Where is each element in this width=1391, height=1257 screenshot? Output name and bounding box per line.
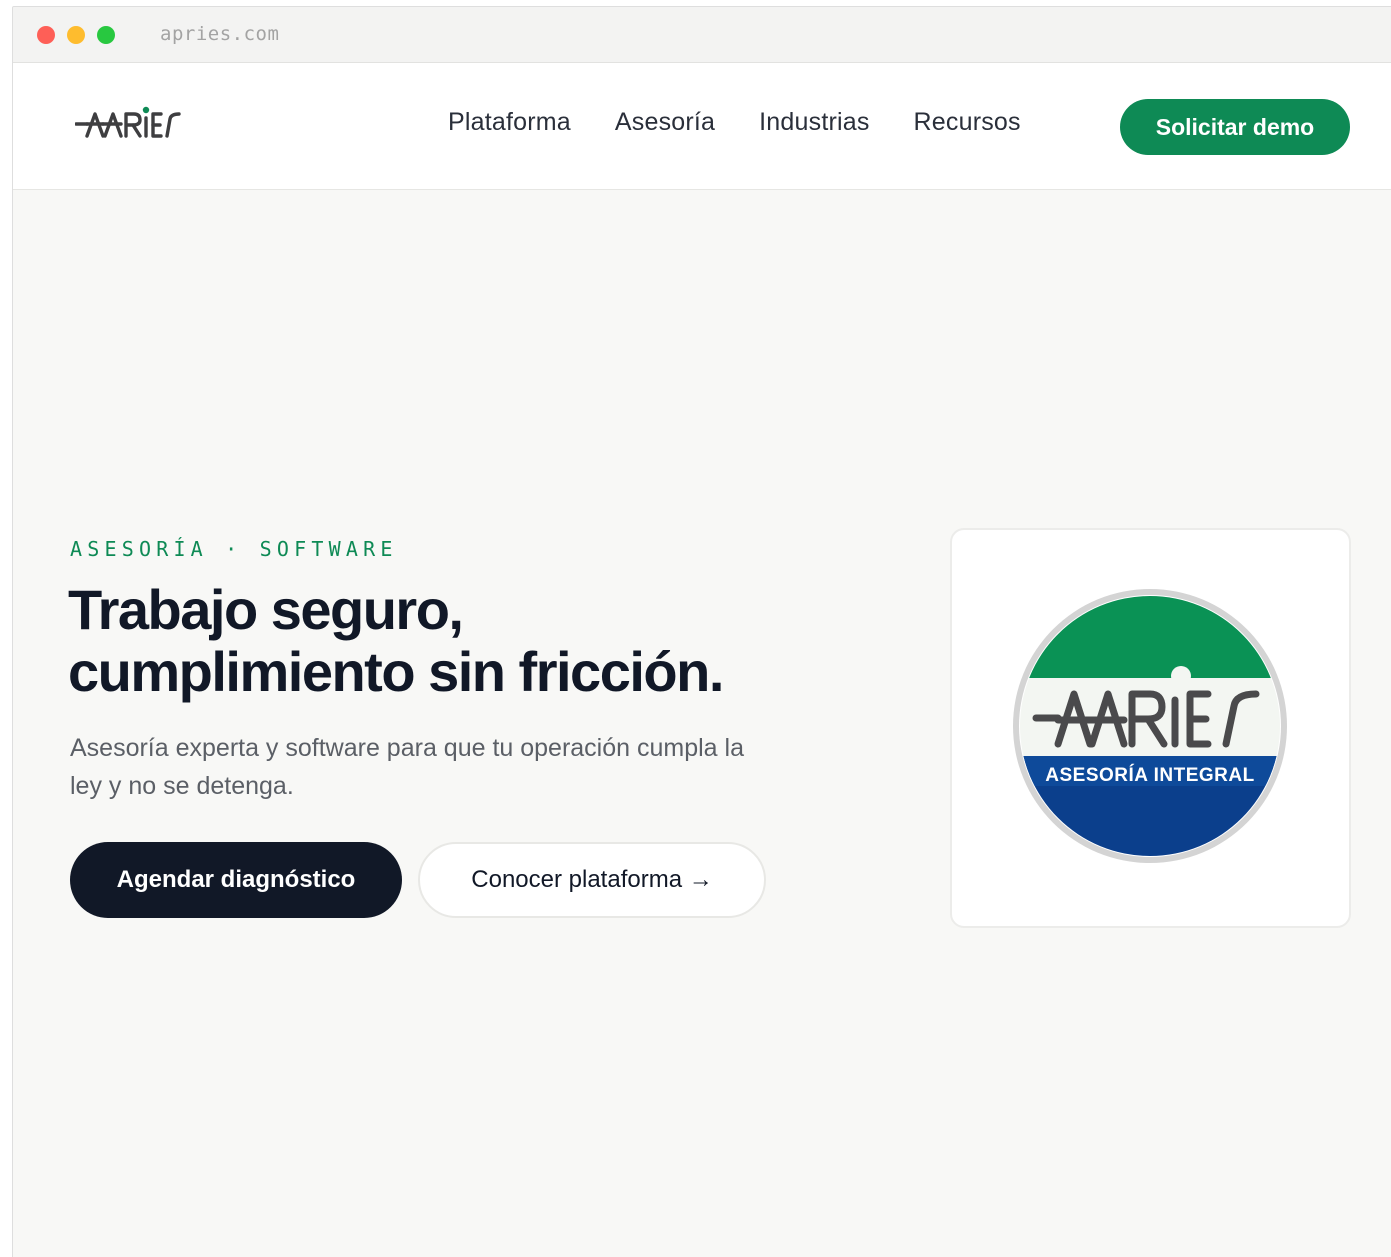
nav-link-industrias[interactable]: Industrias xyxy=(759,108,869,137)
hero-eyebrow: ASESORÍA · SOFTWARE xyxy=(70,537,398,561)
apries-badge-logo: ASESORÍA INTEGRAL xyxy=(1013,589,1287,863)
browser-window: apries.com Plataforma Asesoría Industria… xyxy=(12,6,1391,1257)
request-demo-button[interactable]: Solicitar demo xyxy=(1120,99,1350,155)
nav-link-asesoria[interactable]: Asesoría xyxy=(615,108,715,137)
browser-titlebar: apries.com xyxy=(13,7,1391,63)
minimize-window-button[interactable] xyxy=(67,26,85,44)
schedule-diagnosis-button[interactable]: Agendar diagnóstico xyxy=(70,842,402,918)
apries-logo[interactable] xyxy=(75,103,185,143)
hero-subtitle: Asesoría experta y software para que tu … xyxy=(70,734,744,800)
badge-tagline: ASESORÍA INTEGRAL xyxy=(1045,764,1254,786)
explore-platform-button[interactable]: Conocer plataforma → xyxy=(418,842,766,918)
nav-link-plataforma[interactable]: Plataforma xyxy=(448,108,571,137)
close-window-button[interactable] xyxy=(37,26,55,44)
hero-headline-line-2: cumplimiento sin fricción. xyxy=(68,640,724,703)
hero-headline-line-1: Trabajo seguro, xyxy=(68,578,464,641)
maximize-window-button[interactable] xyxy=(97,26,115,44)
hero-headline: Trabajo seguro, cumplimiento sin fricció… xyxy=(68,579,888,703)
nav-link-recursos[interactable]: Recursos xyxy=(914,108,1021,137)
main-nav: Plataforma Asesoría Industrias Recursos xyxy=(448,108,1021,137)
site-header: Plataforma Asesoría Industrias Recursos … xyxy=(13,63,1391,190)
badge-card: ASESORÍA INTEGRAL xyxy=(950,528,1351,928)
address-bar[interactable]: apries.com xyxy=(160,23,279,45)
